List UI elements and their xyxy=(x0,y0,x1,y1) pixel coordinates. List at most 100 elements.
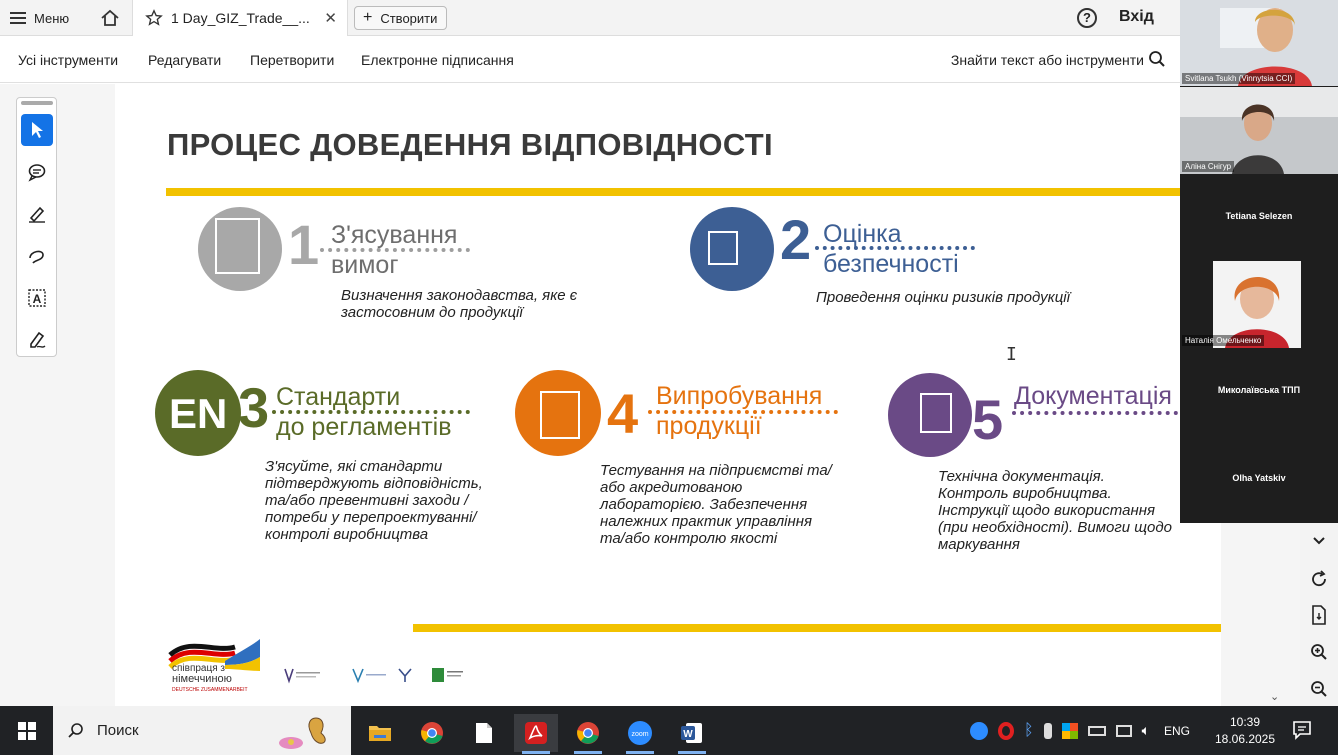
scroll-down-arrow-icon[interactable]: ⌄ xyxy=(1270,690,1279,703)
panel-grip[interactable] xyxy=(21,101,53,105)
close-tab-icon[interactable]: ✕ xyxy=(324,9,337,27)
participant-tile[interactable]: Аліна Снігур xyxy=(1180,87,1338,174)
quick-tools-panel: A xyxy=(16,97,57,357)
find-tools-link[interactable]: Знайти текст або інструменти xyxy=(951,52,1144,68)
draw-tool[interactable] xyxy=(21,240,53,272)
step-2-circle xyxy=(690,207,774,291)
usb-icon[interactable] xyxy=(1043,722,1052,739)
step-5-dots xyxy=(1012,411,1178,415)
step-2-description: Проведення оцінки ризиків продукції xyxy=(816,289,1070,306)
tab-e-sign[interactable]: Електронне підписання xyxy=(361,52,514,68)
slide-title: ПРОЦЕС ДОВЕДЕННЯ ВІДПОВІДНОСТІ xyxy=(167,127,773,162)
participant-name: Svitlana Tsukh (Vinnytsia CCI) xyxy=(1182,73,1296,84)
tab-edit[interactable]: Редагувати xyxy=(148,52,221,68)
step-2-title-line1: Оцінка xyxy=(823,220,902,248)
partner-logo-2 xyxy=(398,668,412,682)
sign-tool[interactable] xyxy=(21,324,53,356)
step-4-dots xyxy=(648,410,838,414)
chrome-icon[interactable] xyxy=(410,714,454,752)
star-icon[interactable] xyxy=(145,9,163,27)
comment-icon xyxy=(28,164,46,182)
text-tool[interactable]: A xyxy=(21,282,53,314)
help-icon[interactable]: ? xyxy=(1077,8,1097,28)
zoom-app-icon[interactable]: zoom xyxy=(618,714,662,754)
chrome-icon[interactable] xyxy=(566,714,610,754)
butterfly-icon xyxy=(279,717,326,749)
opera-tray-icon[interactable] xyxy=(998,721,1014,740)
participant-tile[interactable]: Миколаївська ТПП xyxy=(1180,349,1338,435)
refresh-icon[interactable] xyxy=(1300,567,1338,591)
home-icon[interactable] xyxy=(100,8,120,28)
notification-icon[interactable] xyxy=(1292,720,1312,740)
participant-tile[interactable]: Olha Yatskiv xyxy=(1180,436,1338,523)
participant-name: Миколаївська ТПП xyxy=(1217,385,1301,395)
zoom-out-icon[interactable] xyxy=(1300,677,1338,701)
tools-toolbar: Усі інструменти Редагувати Перетворити Е… xyxy=(0,37,1180,83)
app-topbar: Меню 1 Day_GIZ_Trade__... ✕ + Створити ?… xyxy=(0,0,1180,36)
bluetooth-icon[interactable]: ᛒ xyxy=(1024,722,1034,740)
participant-tile[interactable]: Svitlana Tsukh (Vinnytsia CCI) xyxy=(1180,0,1338,86)
step-3-dots xyxy=(272,410,470,414)
zoom-tray-icon[interactable] xyxy=(970,721,988,740)
step-2-dots xyxy=(815,246,975,250)
highlight-tool[interactable] xyxy=(21,198,53,230)
word-icon[interactable]: W xyxy=(670,714,714,754)
search-icon[interactable] xyxy=(1148,50,1166,68)
participant-name: Olha Yatskiv xyxy=(1232,473,1286,483)
network-icon[interactable] xyxy=(1115,724,1132,737)
participant-tile[interactable]: Наталія Омельченко xyxy=(1180,261,1338,348)
highlighter-icon xyxy=(29,206,45,223)
svg-text:A: A xyxy=(33,292,42,306)
document-file-icon[interactable] xyxy=(462,714,506,752)
pen-sign-icon xyxy=(30,331,46,348)
step-3-title-line1: Стандарти xyxy=(276,383,401,411)
coop-subtext: DEUTSCHE ZUSAMMENARBEIT xyxy=(172,687,248,693)
volume-icon[interactable]: 🔈︎ xyxy=(1142,722,1150,739)
text-cursor-icon: I xyxy=(1006,344,1017,365)
step-1-title-line2: вимог xyxy=(331,251,399,279)
partner-logo-3 xyxy=(432,668,463,682)
title-underline xyxy=(166,188,1180,196)
coop-line2: німеччиною xyxy=(172,673,232,685)
login-button[interactable]: Вхід xyxy=(1119,8,1154,26)
file-explorer-icon[interactable] xyxy=(358,714,402,752)
tab-all-tools[interactable]: Усі інструменти xyxy=(18,52,118,68)
taskbar-search[interactable]: Поиск xyxy=(53,706,351,755)
system-tray: ᛒ 🔈︎ ENG xyxy=(970,706,1190,755)
cooperation-text: співпраця з німеччиною xyxy=(172,664,232,685)
step-1-icon xyxy=(215,218,260,274)
freehand-icon xyxy=(29,250,44,264)
language-indicator[interactable]: ENG xyxy=(1164,724,1190,738)
participant-name: Аліна Снігур xyxy=(1182,161,1235,172)
windows-start-icon[interactable] xyxy=(18,722,36,740)
taskbar-search-placeholder: Поиск xyxy=(97,722,139,739)
participant-tile[interactable]: Tetiana Selezen xyxy=(1180,175,1338,260)
step-4-title-line1: Випробування xyxy=(656,382,823,410)
tab-document[interactable]: 1 Day_GIZ_Trade__... ✕ xyxy=(132,0,348,36)
text-box-icon: A xyxy=(28,289,46,307)
step-1-title-line1: З'ясування xyxy=(331,221,458,249)
acrobat-icon[interactable] xyxy=(514,714,558,754)
tab-convert[interactable]: Перетворити xyxy=(250,52,334,68)
menu-button[interactable]: Меню xyxy=(10,6,69,30)
step-1-description: Визначення законодавства, яке є застосов… xyxy=(341,287,578,321)
step-2-icon xyxy=(708,231,738,265)
step-4-circle xyxy=(515,370,601,456)
step-1-number: 1 xyxy=(288,213,320,276)
step-3-title-line2: до регламентів xyxy=(276,413,452,441)
battery-icon[interactable] xyxy=(1087,725,1106,736)
step-4-icon xyxy=(540,391,580,439)
step-2-number: 2 xyxy=(780,208,812,271)
system-clock[interactable]: 10:39 18.06.2025 xyxy=(1205,714,1285,748)
tab-title: 1 Day_GIZ_Trade__... xyxy=(171,10,310,26)
participant-name: Tetiana Selezen xyxy=(1225,211,1293,221)
page-export-icon[interactable] xyxy=(1300,603,1338,627)
zoom-in-icon[interactable] xyxy=(1300,640,1338,664)
security-icon[interactable] xyxy=(1061,722,1078,739)
chevron-down-icon[interactable] xyxy=(1300,529,1338,553)
create-button[interactable]: + Створити xyxy=(354,6,447,30)
cursor-arrow-icon xyxy=(32,122,43,138)
clock-time: 10:39 xyxy=(1229,715,1261,729)
select-tool[interactable] xyxy=(21,114,53,146)
comment-tool[interactable] xyxy=(21,156,53,188)
